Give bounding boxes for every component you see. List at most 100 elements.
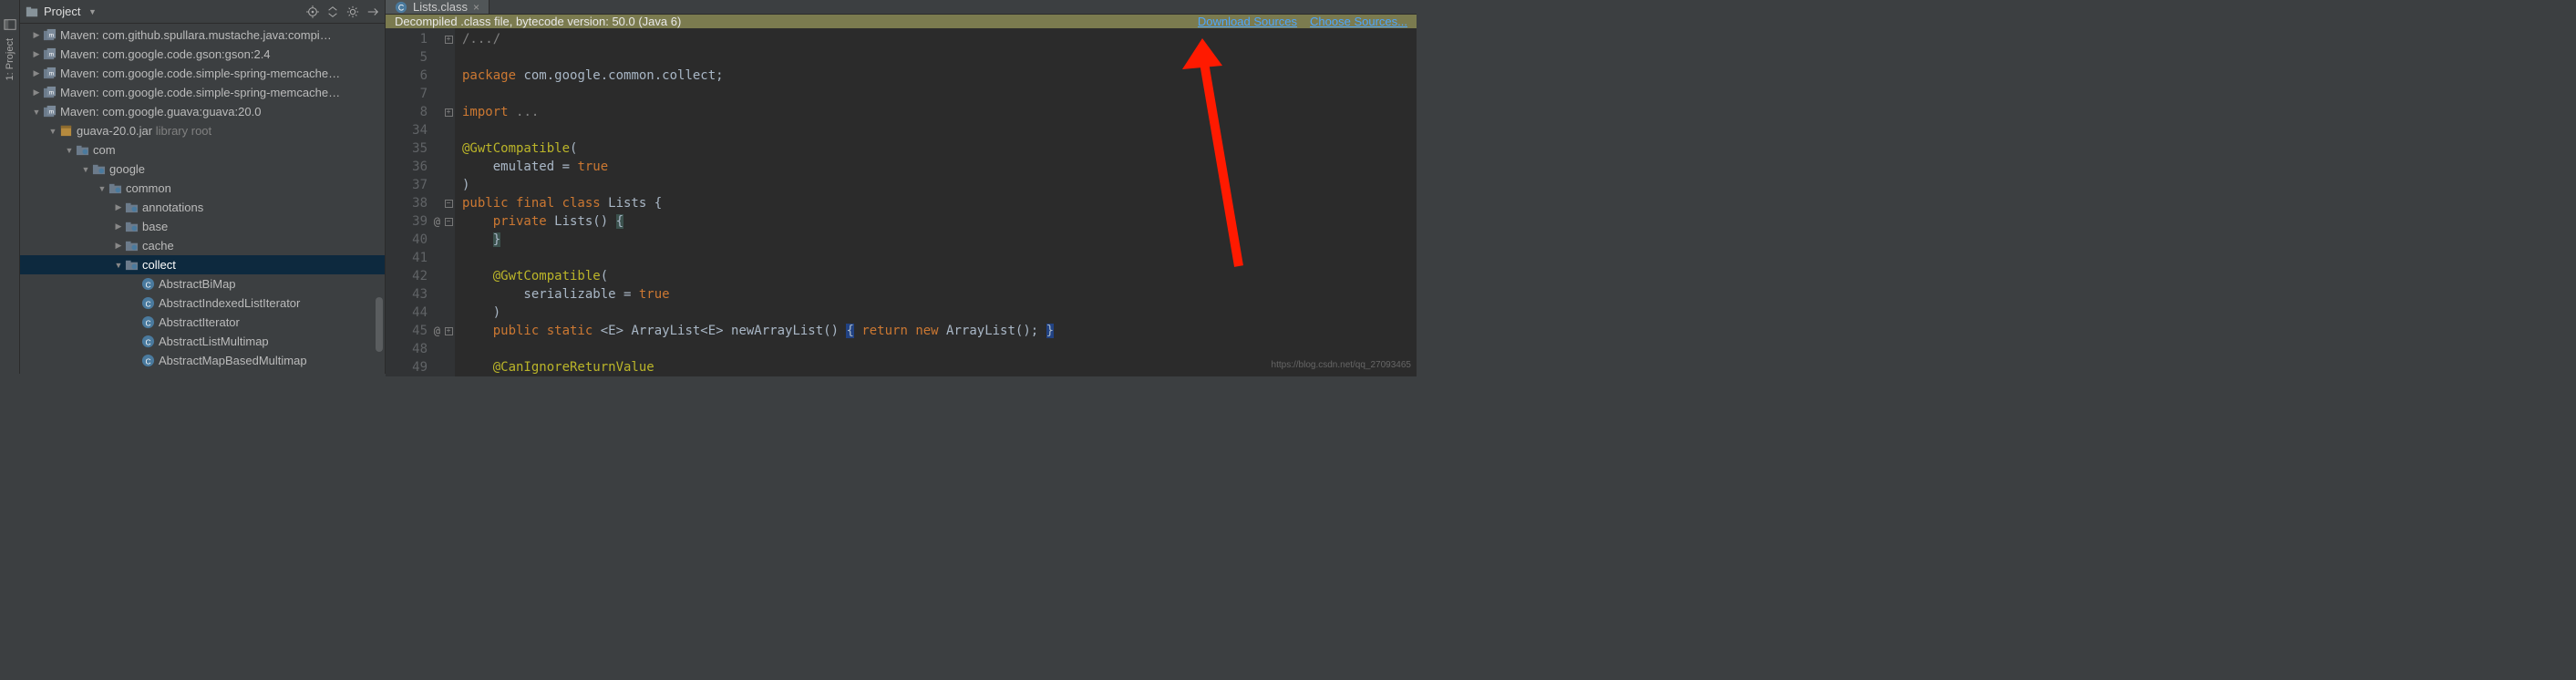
tree-row[interactable]: C AbstractMapBasedMultimap xyxy=(20,351,385,370)
class-icon: C xyxy=(140,296,155,311)
hide-icon[interactable] xyxy=(366,5,379,18)
tree-arrow[interactable]: ▼ xyxy=(64,146,75,155)
editor-tab-bar: C Lists.class × xyxy=(386,0,1417,15)
class-icon: C xyxy=(140,315,155,330)
tree-arrow[interactable]: ▶ xyxy=(31,68,42,78)
tree-label: google xyxy=(109,162,145,176)
class-file-icon: C xyxy=(395,1,407,14)
project-tool-header: Project ▼ xyxy=(20,0,385,24)
locate-icon[interactable] xyxy=(306,5,319,18)
pkg-icon xyxy=(124,220,139,234)
choose-sources-link[interactable]: Choose Sources... xyxy=(1310,15,1407,28)
tree-row[interactable]: ▶ m Maven: com.google.code.gson:gson:2.4 xyxy=(20,45,385,64)
svg-text:m: m xyxy=(48,51,54,57)
tree-label: guava-20.0.jar library root xyxy=(77,124,211,138)
tree-row[interactable]: C AbstractIndexedListIterator xyxy=(20,294,385,313)
tree-label: Maven: com.github.spullara.mustache.java… xyxy=(60,28,332,42)
svg-text:m: m xyxy=(48,32,54,38)
tool-window-tab-strip: 1: Project xyxy=(0,0,20,374)
tree-row[interactable]: C AbstractIterator xyxy=(20,313,385,332)
maven-icon: m xyxy=(42,47,57,62)
project-tree[interactable]: ▶ m Maven: com.github.spullara.mustache.ja… xyxy=(20,24,385,374)
tree-label: AbstractIndexedListIterator xyxy=(159,296,300,310)
fold-toggle[interactable]: + xyxy=(445,108,453,117)
tree-row[interactable]: ▶ annotations xyxy=(20,198,385,217)
tree-arrow[interactable]: ▼ xyxy=(80,165,91,174)
tree-label: AbstractMapBasedMultimap xyxy=(159,354,307,367)
tree-row[interactable]: ▼ guava-20.0.jar library root xyxy=(20,121,385,140)
jar-icon xyxy=(58,124,73,139)
fold-toggle[interactable]: + xyxy=(445,327,453,335)
tree-arrow[interactable]: ▼ xyxy=(97,184,108,193)
tree-arrow[interactable]: ▼ xyxy=(113,261,124,270)
fold-toggle[interactable]: + xyxy=(445,36,453,44)
collapse-icon[interactable] xyxy=(326,5,339,18)
tree-label: Maven: com.google.code.gson:gson:2.4 xyxy=(60,47,271,61)
tree-label: AbstractIterator xyxy=(159,315,240,329)
tree-row[interactable]: ▶ m Maven: com.github.spullara.mustache.ja… xyxy=(20,26,385,45)
maven-icon: m xyxy=(42,105,57,119)
tree-row[interactable]: ▼ com xyxy=(20,140,385,160)
project-tool-window: Project ▼ ▶ m Maven: com.github.spullara.m… xyxy=(20,0,386,374)
editor-tab-lists-class[interactable]: C Lists.class × xyxy=(386,0,489,14)
svg-text:m: m xyxy=(48,70,54,77)
tree-label: common xyxy=(126,181,171,195)
class-icon: C xyxy=(140,354,155,368)
code-content[interactable]: /.../ package com.google.common.collect;… xyxy=(455,28,1417,376)
code-editor[interactable]: 15678343536373839@404142434445@4849 ++−−… xyxy=(386,28,1417,376)
tree-arrow[interactable]: ▶ xyxy=(113,202,124,212)
tree-row[interactable]: ▶mMaven: com.google.code.simple-spring-m… xyxy=(20,83,385,102)
project-tool-icon[interactable] xyxy=(4,18,16,31)
tree-row[interactable]: ▶ cache xyxy=(20,236,385,255)
svg-text:C: C xyxy=(145,280,150,289)
class-icon: C xyxy=(140,277,155,292)
svg-text:m: m xyxy=(48,108,54,115)
tree-row[interactable]: ▼ collect xyxy=(20,255,385,274)
tree-row[interactable]: CAbstractListMultimap xyxy=(20,332,385,351)
decompiled-banner: Decompiled .class file, bytecode version… xyxy=(386,15,1417,28)
svg-text:m: m xyxy=(48,89,54,96)
download-sources-link[interactable]: Download Sources xyxy=(1198,15,1297,28)
tree-arrow[interactable]: ▶ xyxy=(31,30,42,40)
tree-label: AbstractMapBasedMultiset xyxy=(159,373,300,374)
fold-gutter[interactable]: + + − − + xyxy=(442,28,455,376)
tree-row[interactable]: ▼ common xyxy=(20,179,385,198)
pkg-icon xyxy=(91,162,106,177)
tree-arrow[interactable]: ▼ xyxy=(31,108,42,117)
tool-window-tab-project[interactable]: 1: Project xyxy=(5,38,15,80)
tree-arrow[interactable]: ▶ xyxy=(113,222,124,232)
gear-icon[interactable] xyxy=(346,5,359,18)
tree-row[interactable]: ▶ m Maven: com.google.code.simple-spring-m… xyxy=(20,64,385,83)
tree-label: cache xyxy=(142,239,174,252)
tree-row[interactable]: CAbstractMapBasedMultiset xyxy=(20,370,385,374)
tree-row[interactable]: ▼ google xyxy=(20,160,385,179)
pkg-icon xyxy=(75,143,89,158)
tree-row[interactable]: CAbstractBiMap xyxy=(20,274,385,294)
tree-row[interactable]: ▼mMaven: com.google.guava:guava:20.0 xyxy=(20,102,385,121)
editor-area: C Lists.class × Decompiled .class file, … xyxy=(386,0,1417,374)
fold-toggle[interactable]: − xyxy=(445,218,453,226)
tree-scrollbar-thumb[interactable] xyxy=(376,297,383,352)
tree-arrow[interactable]: ▶ xyxy=(31,88,42,98)
pkg-icon xyxy=(124,239,139,253)
tree-label: collect xyxy=(142,258,176,272)
tree-arrow[interactable]: ▼ xyxy=(47,127,58,136)
tree-row[interactable]: ▶base xyxy=(20,217,385,236)
banner-message: Decompiled .class file, bytecode version… xyxy=(395,15,1185,28)
editor-tab-label: Lists.class xyxy=(413,0,468,14)
chevron-down-icon[interactable]: ▼ xyxy=(86,5,98,18)
project-tool-title: Project xyxy=(44,5,80,18)
maven-icon: m xyxy=(42,28,57,43)
class-icon: C xyxy=(140,335,155,349)
close-icon[interactable]: × xyxy=(473,1,479,14)
tree-label: annotations xyxy=(142,201,203,214)
tree-label: com xyxy=(93,143,116,157)
tree-arrow[interactable]: ▶ xyxy=(113,241,124,251)
tree-arrow[interactable]: ▶ xyxy=(31,49,42,59)
maven-icon: m xyxy=(42,86,57,100)
tree-label: Maven: com.google.code.simple-spring-mem… xyxy=(60,67,340,80)
fold-toggle[interactable]: − xyxy=(445,200,453,208)
svg-text:C: C xyxy=(145,337,150,346)
watermark: https://blog.csdn.net/qq_27093465 xyxy=(1272,360,1411,370)
svg-text:C: C xyxy=(145,318,150,327)
